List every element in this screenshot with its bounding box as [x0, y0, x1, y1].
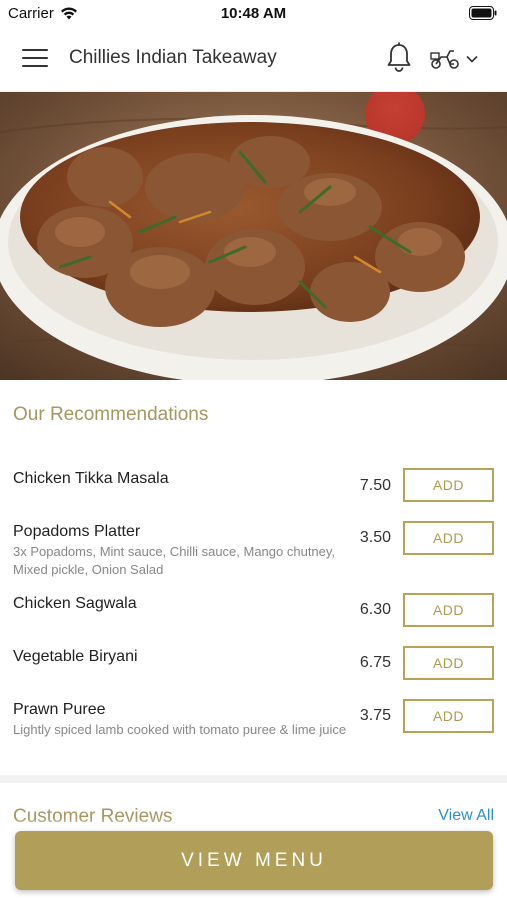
item-name: Chicken Tikka Masala — [13, 470, 169, 487]
add-button[interactable]: ADD — [403, 646, 494, 680]
add-button[interactable]: ADD — [403, 699, 494, 733]
section-divider — [0, 775, 507, 783]
delivery-mode-selector[interactable] — [430, 46, 490, 72]
status-time: 10:48 AM — [220, 5, 287, 22]
item-name: Popadoms Platter — [13, 523, 141, 540]
item-price: 6.75 — [359, 654, 391, 671]
battery-icon — [469, 6, 497, 20]
page-title: Chillies Indian Takeaway — [69, 47, 277, 68]
chevron-down-icon — [466, 55, 478, 63]
item-price: 3.50 — [359, 529, 391, 546]
item-price: 7.50 — [359, 477, 391, 494]
scooter-icon — [430, 50, 459, 69]
add-button[interactable]: ADD — [403, 521, 494, 555]
item-price: 6.30 — [359, 601, 391, 618]
curry-bowl-illustration — [0, 92, 507, 380]
recommendations-title: Our Recommendations — [13, 404, 209, 425]
item-description: 3x Popadoms, Mint sauce, Chilli sauce, M… — [13, 544, 336, 577]
hero-food-image — [0, 92, 507, 380]
scroll-fade — [0, 818, 507, 832]
item-name: Vegetable Biryani — [13, 648, 138, 665]
app-header: Chillies Indian Takeaway — [0, 26, 507, 92]
add-button[interactable]: ADD — [403, 593, 494, 627]
item-description: Lightly spiced lamb cooked with tomato p… — [13, 722, 347, 737]
status-bar: Carrier 10:48 AM — [0, 0, 507, 26]
item-name: Chicken Sagwala — [13, 595, 137, 612]
bell-icon[interactable] — [385, 42, 413, 74]
item-name: Prawn Puree — [13, 701, 106, 718]
hamburger-menu-icon[interactable] — [22, 48, 48, 68]
view-menu-button[interactable]: VIEW MENU — [15, 831, 493, 890]
add-button[interactable]: ADD — [403, 468, 494, 502]
item-price: 3.75 — [359, 707, 391, 724]
